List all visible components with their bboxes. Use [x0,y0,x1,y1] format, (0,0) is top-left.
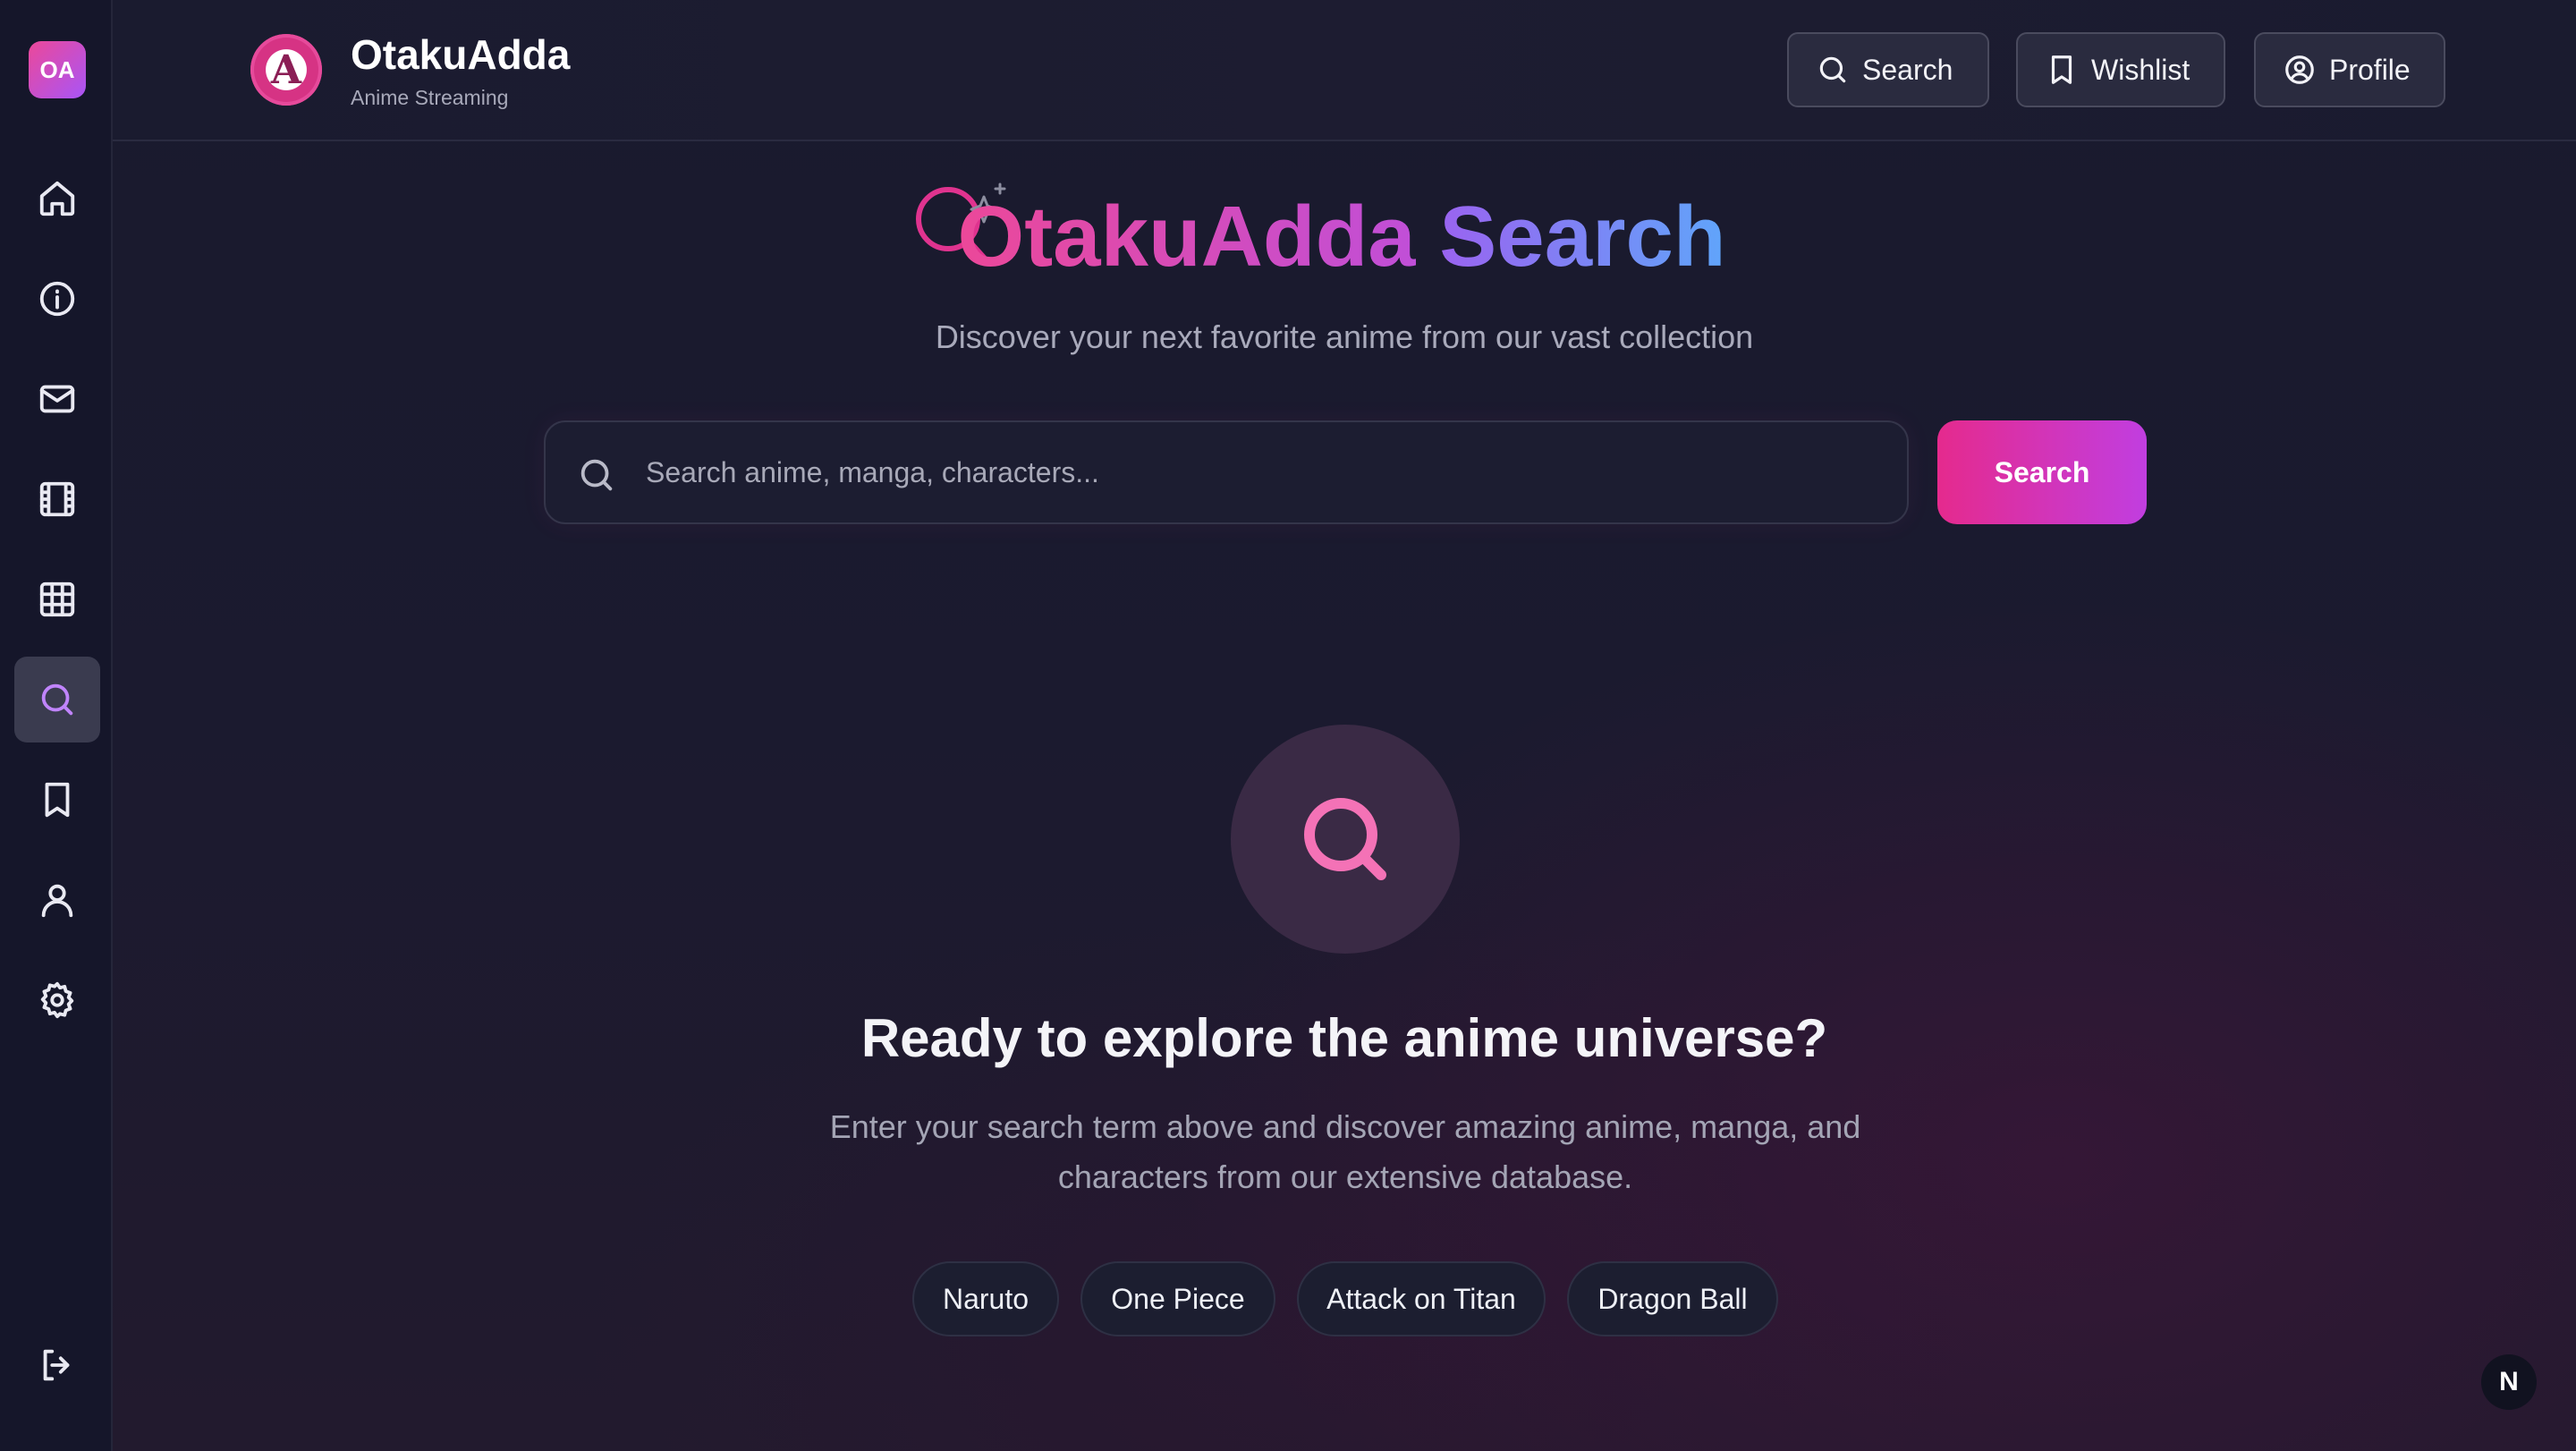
sidebar-item-movies[interactable] [14,456,100,542]
logout-button[interactable] [14,1322,100,1408]
brand-logo-letter: A [270,47,302,93]
brand-title: OtakuAdda [351,31,571,78]
dev-indicator-badge[interactable]: N [2481,1354,2537,1410]
empty-state-title: Ready to explore the anime universe? [860,1008,1828,1068]
page: OA A OtakuAdda Anime Streaming Search Wi… [0,0,2576,1451]
header-wishlist-label: Wishlist [2091,53,2190,86]
grid-icon [39,581,75,617]
search-icon [580,459,613,491]
page-title: OtakuAdda Search [0,188,2576,286]
suggestion-chip[interactable]: Naruto [912,1261,1059,1336]
search-bar [544,420,1909,524]
header-search-label: Search [1862,53,1953,86]
suggestion-chip[interactable]: Attack on Titan [1297,1261,1546,1336]
search-icon [41,683,73,716]
suggestion-chip[interactable]: One Piece [1080,1261,1275,1336]
empty-state-illustration [1231,725,1460,954]
search-icon [1819,56,1846,83]
search-input[interactable] [646,422,1880,522]
page-title-search: Search [1439,189,1726,284]
search-button[interactable]: Search [1937,420,2147,524]
user-icon [41,884,73,918]
brand-subtitle: Anime Streaming [351,86,509,109]
sidebar-item-profile[interactable] [14,857,100,943]
page-subtitle: Discover your next favorite anime from o… [935,318,1754,355]
film-icon [39,481,75,517]
sidebar-item-search[interactable] [14,657,100,742]
bookmark-icon [2051,55,2072,84]
user-circle-icon [2285,55,2314,84]
mail-icon [39,385,75,413]
sidebar-item-browse[interactable] [14,556,100,642]
empty-state-description: Enter your search term above and discove… [829,1108,1861,1195]
header-wishlist-button[interactable]: Wishlist [2016,32,2225,107]
header-search-button[interactable]: Search [1787,32,1989,107]
sidebar-item-wishlist[interactable] [14,757,100,843]
header-profile-label: Profile [2329,53,2411,86]
top-header: A OtakuAdda Anime Streaming Search Wishl… [113,0,2576,141]
sidebar-logo[interactable]: OA [29,41,86,98]
bookmark-icon [45,782,70,818]
brand-logo[interactable]: A [250,34,322,106]
suggestion-chip[interactable]: Dragon Ball [1567,1261,1778,1336]
search-icon [1304,798,1386,880]
page-title-brand: OtakuAdda [957,189,1416,284]
sidebar-item-contact[interactable] [14,356,100,442]
logout-icon [43,1349,70,1381]
header-profile-button[interactable]: Profile [2254,32,2445,107]
